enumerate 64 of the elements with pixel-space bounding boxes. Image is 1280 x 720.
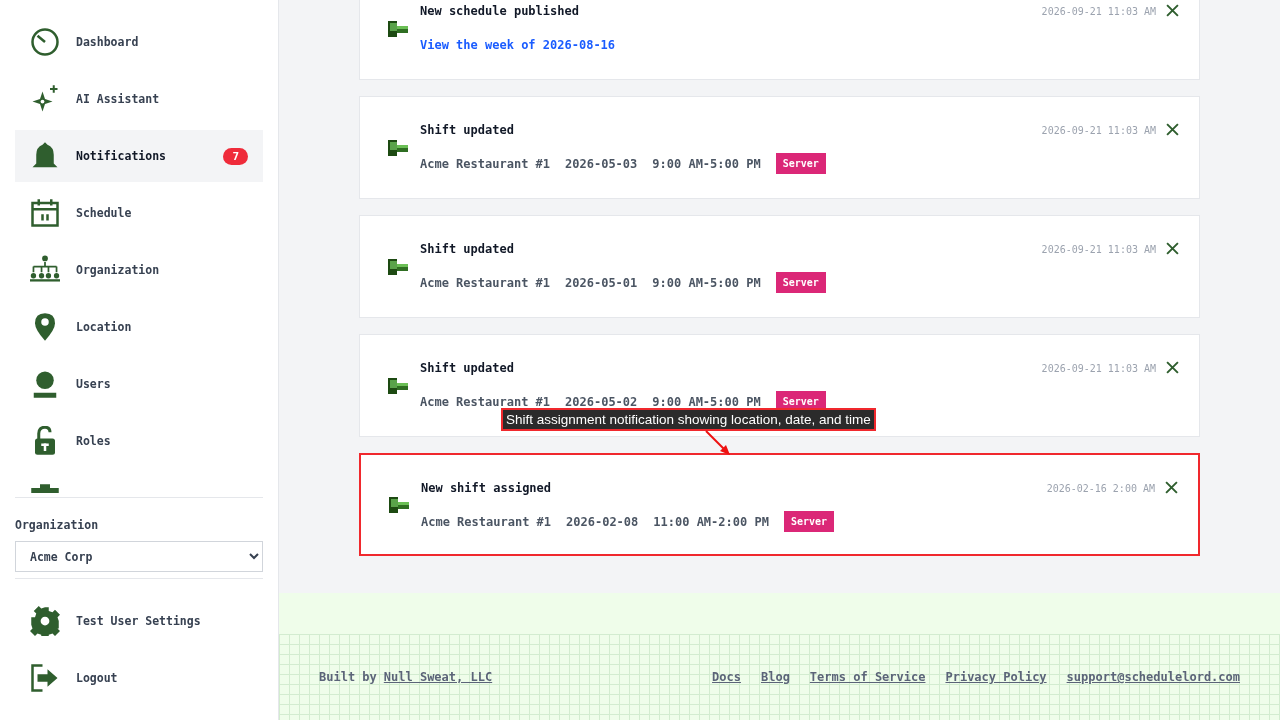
gauge-icon xyxy=(30,27,60,57)
role-tag: Server xyxy=(775,153,826,174)
flag-icon xyxy=(388,20,408,37)
organization-select[interactable]: Acme Corp xyxy=(15,541,263,572)
nav-item[interactable]: Organization xyxy=(15,244,263,296)
role-tag: Server xyxy=(783,511,834,532)
date-text: 2026-05-01 xyxy=(565,275,638,290)
nav-item[interactable]: Test User Settings xyxy=(15,595,263,647)
nav-item[interactable]: AI Assistant xyxy=(15,73,263,125)
org-chart-icon xyxy=(30,255,60,285)
view-week-link[interactable]: View the week of 2026-08-16 xyxy=(420,38,1042,52)
location-text: Acme Restaurant #1 xyxy=(421,514,552,529)
organization-label: Organization xyxy=(15,518,100,532)
location-text: Acme Restaurant #1 xyxy=(420,394,551,409)
nav-item[interactable]: Logout xyxy=(15,652,263,704)
close-icon[interactable] xyxy=(1165,481,1178,494)
flag-icon xyxy=(389,496,409,513)
notification-title: Shift updated xyxy=(420,123,515,137)
annotation-arrow xyxy=(704,430,732,456)
time-text: 11:00 AM-2:00 PM xyxy=(653,514,769,529)
settings-icon xyxy=(30,606,60,636)
flag-icon xyxy=(388,139,408,156)
role-tag: Server xyxy=(775,272,826,293)
nav-item[interactable]: Users xyxy=(15,358,263,410)
footer-link[interactable]: Terms of Service xyxy=(809,670,926,684)
close-icon[interactable] xyxy=(1166,361,1179,374)
nav-item[interactable]: Roles xyxy=(15,415,263,467)
date-text: 2026-02-08 xyxy=(566,514,639,529)
timestamp: 2026-09-21 11:03 AM xyxy=(1041,125,1156,136)
footer-link[interactable]: Docs xyxy=(712,670,741,684)
sparkle-icon xyxy=(30,84,60,114)
close-icon[interactable] xyxy=(1166,4,1179,17)
notification-count-badge: 7 xyxy=(223,147,248,165)
company-link[interactable]: Null Sweat, LLC xyxy=(383,670,493,684)
timestamp: 2026-09-21 11:03 AM xyxy=(1041,6,1156,17)
notification-title: New shift assigned xyxy=(421,481,553,495)
footer-link[interactable]: Blog xyxy=(760,670,790,684)
location-text: Acme Restaurant #1 xyxy=(420,275,551,290)
time-text: 9:00 AM-5:00 PM xyxy=(652,394,761,409)
date-text: 2026-05-03 xyxy=(565,156,638,171)
calendar-icon xyxy=(30,198,60,228)
time-text: 9:00 AM-5:00 PM xyxy=(652,275,761,290)
timestamp: 2026-09-21 11:03 AM xyxy=(1041,363,1156,374)
footer-link[interactable]: support@schedulelord.com xyxy=(1066,670,1240,684)
nav-item[interactable]: Dashboard xyxy=(15,16,263,68)
logout-icon xyxy=(30,663,60,693)
notification-title: Shift updated xyxy=(420,361,515,375)
notification-title: New schedule published xyxy=(420,4,580,18)
time-text: 9:00 AM-5:00 PM xyxy=(652,156,761,171)
timestamp: 2026-09-21 11:03 AM xyxy=(1041,244,1156,255)
nav-item[interactable]: Schedule xyxy=(15,187,263,239)
close-icon[interactable] xyxy=(1166,242,1179,255)
date-text: 2026-05-02 xyxy=(565,394,638,409)
annotation-tooltip: Shift assignment notification showing location, date, and time xyxy=(501,408,876,431)
close-icon[interactable] xyxy=(1166,123,1179,136)
nav-item[interactable]: Location xyxy=(15,301,263,353)
built-by-text: Built by xyxy=(319,670,377,684)
flag-icon xyxy=(388,258,408,275)
nav-item[interactable]: Notifications 7 xyxy=(15,130,263,182)
timestamp: 2026-02-16 2:00 AM xyxy=(1046,483,1155,494)
notification-title: Shift updated xyxy=(420,242,515,256)
flag-icon xyxy=(388,377,408,394)
footer-link[interactable]: Privacy Policy xyxy=(945,670,1047,684)
location-text: Acme Restaurant #1 xyxy=(420,156,551,171)
